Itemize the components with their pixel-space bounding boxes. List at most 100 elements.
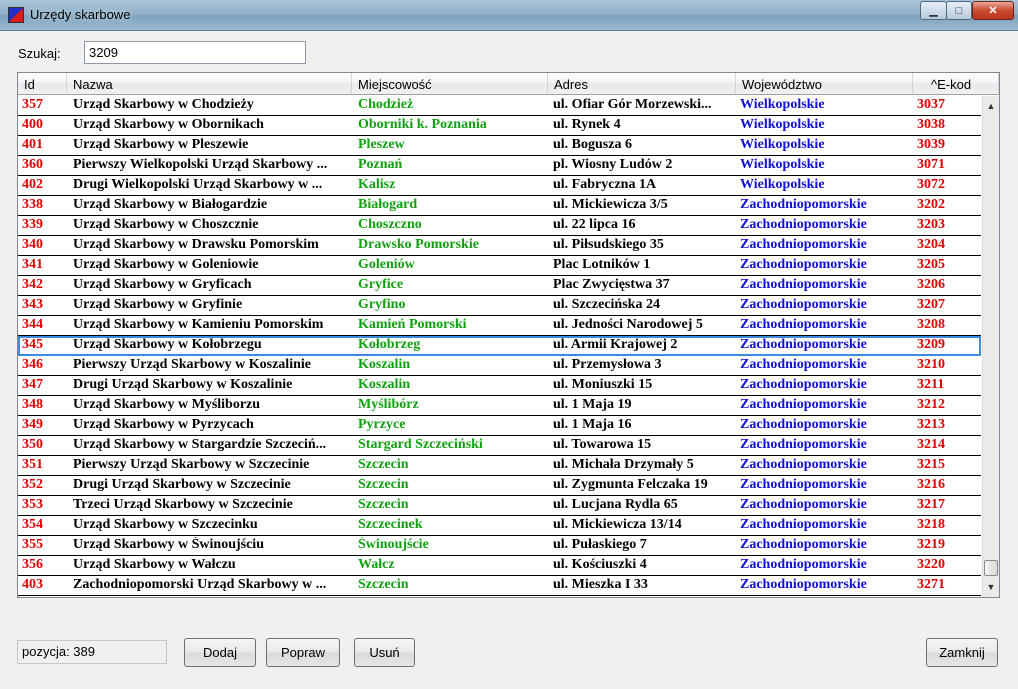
table-row[interactable]: 342 Urząd Skarbowy w Gryficach Gryfice Plac… <box>18 276 981 296</box>
cell-address: ul. Michała Drzymały 5 <box>553 457 694 472</box>
cell-ekod: 3039 <box>917 137 945 152</box>
cell-id: 339 <box>22 217 43 232</box>
table-row[interactable]: 347 Drugi Urząd Skarbowy w Koszalinie Kosz… <box>18 376 981 396</box>
scroll-up-arrow-icon[interactable]: ▲ <box>983 98 999 114</box>
cell-ekod: 3217 <box>917 497 945 512</box>
close-window-button[interactable]: ✕ <box>972 1 1014 20</box>
table-row[interactable]: 355 Urząd Skarbowy w Świnoujściu Świnoujśc… <box>18 536 981 556</box>
cell-city: Koszalin <box>358 357 411 372</box>
cell-address: Plac Zwycięstwa 37 <box>553 277 670 292</box>
table-row[interactable]: 360 Pierwszy Wielkopolski Urząd Skarbowy … <box>18 156 981 176</box>
column-header-voivodeship[interactable]: Województwo <box>736 73 913 95</box>
cell-id: 357 <box>22 97 43 112</box>
table-row[interactable]: 338 Urząd Skarbowy w Białogardzie Białogar… <box>18 196 981 216</box>
scrollbar-thumb[interactable] <box>984 560 998 576</box>
table-row[interactable]: 349 Urząd Skarbowy w Pyrzycach Pyrzyce ul. … <box>18 416 981 436</box>
cell-voivodeship: Zachodniopomorskie <box>740 197 867 212</box>
table-row[interactable]: 354 Urząd Skarbowy w Szczecinku Szczecinek… <box>18 516 981 536</box>
table-row[interactable]: 353 Trzeci Urząd Skarbowy w Szczecinie Szc… <box>18 496 981 516</box>
column-header-name[interactable]: Nazwa <box>67 73 352 95</box>
cell-id: 342 <box>22 277 43 292</box>
cell-address: ul. Ofiar Gór Morzewski... <box>553 97 712 112</box>
cell-ekod: 3219 <box>917 537 945 552</box>
maximize-button[interactable]: □ <box>946 1 972 20</box>
cell-id: 341 <box>22 257 43 272</box>
cell-ekod: 3209 <box>917 337 945 352</box>
vertical-scrollbar[interactable]: ▲ ▼ <box>982 96 999 597</box>
cell-city: Szczecin <box>358 457 409 472</box>
records-grid[interactable]: Id Nazwa Miejscowość Adres Województwo ^… <box>17 72 1000 598</box>
cell-id: 338 <box>22 197 43 212</box>
cell-id: 353 <box>22 497 43 512</box>
cell-voivodeship: Zachodniopomorskie <box>740 317 867 332</box>
cell-ekod: 3206 <box>917 277 945 292</box>
table-row[interactable]: 351 Pierwszy Urząd Skarbowy w Szczecinie S… <box>18 456 981 476</box>
table-row[interactable]: 339 Urząd Skarbowy w Choszcznie Choszczno u… <box>18 216 981 236</box>
cell-ekod: 3211 <box>917 377 945 392</box>
table-row[interactable]: 356 Urząd Skarbowy w Wałczu Wałcz ul. Kości… <box>18 556 981 576</box>
add-button[interactable]: Dodaj <box>184 638 256 667</box>
cell-id: 343 <box>22 297 43 312</box>
cell-address: ul. Przemysłowa 3 <box>553 357 662 372</box>
position-status: pozycja: 389 <box>17 640 167 664</box>
cell-name: Urząd Skarbowy w Świnoujściu <box>73 537 264 552</box>
column-header-ekod[interactable]: ^E-kod <box>913 73 999 95</box>
cell-name: Pierwszy Urząd Skarbowy w Koszalinie <box>73 357 311 372</box>
cell-city: Kołobrzeg <box>358 337 421 352</box>
table-row[interactable]: 400 Urząd Skarbowy w Obornikach Oborniki k… <box>18 116 981 136</box>
cell-city: Poznań <box>358 157 403 172</box>
cell-id: 400 <box>22 117 43 132</box>
cell-name: Urząd Skarbowy w Choszcznie <box>73 217 259 232</box>
table-row[interactable]: 340 Urząd Skarbowy w Drawsku Pomorskim Dra… <box>18 236 981 256</box>
cell-ekod: 3212 <box>917 397 945 412</box>
cell-city: Oborniki k. Poznania <box>358 117 487 132</box>
cell-name: Drugi Wielkopolski Urząd Skarbowy w ... <box>73 177 323 192</box>
cell-voivodeship: Zachodniopomorskie <box>740 337 867 352</box>
table-row[interactable]: 345 Urząd Skarbowy w Kołobrzegu Kołobrzeg u… <box>18 336 981 356</box>
window-title: Urzędy skarbowe <box>30 7 131 22</box>
cell-name: Trzeci Urząd Skarbowy w Szczecinie <box>73 497 293 512</box>
table-row[interactable]: 341 Urząd Skarbowy w Goleniowie Goleniów Pl… <box>18 256 981 276</box>
cell-voivodeship: Wielkopolskie <box>740 97 825 112</box>
cell-city: Choszczno <box>358 217 422 232</box>
cell-name: Urząd Skarbowy w Obornikach <box>73 117 264 132</box>
cell-id: 355 <box>22 537 43 552</box>
table-row[interactable]: 344 Urząd Skarbowy w Kamieniu Pomorskim Ka… <box>18 316 981 336</box>
column-header-id[interactable]: Id <box>18 73 67 95</box>
cell-city: Wałcz <box>358 557 395 572</box>
table-row[interactable]: 357 Urząd Skarbowy w Chodzieży Chodzież ul.… <box>18 96 981 116</box>
cell-ekod: 3208 <box>917 317 945 332</box>
table-row[interactable]: 343 Urząd Skarbowy w Gryfinie Gryfino ul. S… <box>18 296 981 316</box>
cell-city: Stargard Szczeciński <box>358 437 483 452</box>
cell-city: Kalisz <box>358 177 396 192</box>
table-row[interactable]: 403 Zachodniopomorski Urząd Skarbowy w ..… <box>18 576 981 596</box>
table-row[interactable]: 401 Urząd Skarbowy w Pleszewie Pleszew ul. … <box>18 136 981 156</box>
edit-button[interactable]: Popraw <box>266 638 340 667</box>
cell-id: 348 <box>22 397 43 412</box>
table-row[interactable]: 350 Urząd Skarbowy w Stargardzie Szczeciń… <box>18 436 981 456</box>
column-header-city[interactable]: Miejscowość <box>352 73 548 95</box>
cell-address: pl. Wiosny Ludów 2 <box>553 157 673 172</box>
cell-ekod: 3072 <box>917 177 945 192</box>
close-button[interactable]: Zamknij <box>926 638 998 667</box>
delete-button[interactable]: Usuń <box>354 638 415 667</box>
scroll-down-arrow-icon[interactable]: ▼ <box>983 579 999 595</box>
cell-voivodeship: Zachodniopomorskie <box>740 417 867 432</box>
table-row[interactable]: 348 Urząd Skarbowy w Myśliborzu Myślibórz u… <box>18 396 981 416</box>
cell-ekod: 3210 <box>917 357 945 372</box>
cell-address: ul. Kościuszki 4 <box>553 557 647 572</box>
cell-voivodeship: Zachodniopomorskie <box>740 437 867 452</box>
search-input[interactable] <box>84 41 306 64</box>
title-bar[interactable]: Urzędy skarbowe ▁ □ ✕ <box>0 0 1018 31</box>
minimize-button[interactable]: ▁ <box>920 1 947 20</box>
cell-voivodeship: Wielkopolskie <box>740 157 825 172</box>
table-row[interactable]: 402 Drugi Wielkopolski Urząd Skarbowy w .… <box>18 176 981 196</box>
cell-name: Pierwszy Wielkopolski Urząd Skarbowy ... <box>73 157 328 172</box>
table-row[interactable]: 352 Drugi Urząd Skarbowy w Szczecinie Szcz… <box>18 476 981 496</box>
column-header-address[interactable]: Adres <box>548 73 736 95</box>
cell-city: Szczecin <box>358 477 409 492</box>
grid-rows: 357 Urząd Skarbowy w Chodzieży Chodzież ul.… <box>18 96 981 596</box>
close-icon: ✕ <box>988 5 998 17</box>
cell-id: 351 <box>22 457 43 472</box>
table-row[interactable]: 346 Pierwszy Urząd Skarbowy w Koszalinie K… <box>18 356 981 376</box>
